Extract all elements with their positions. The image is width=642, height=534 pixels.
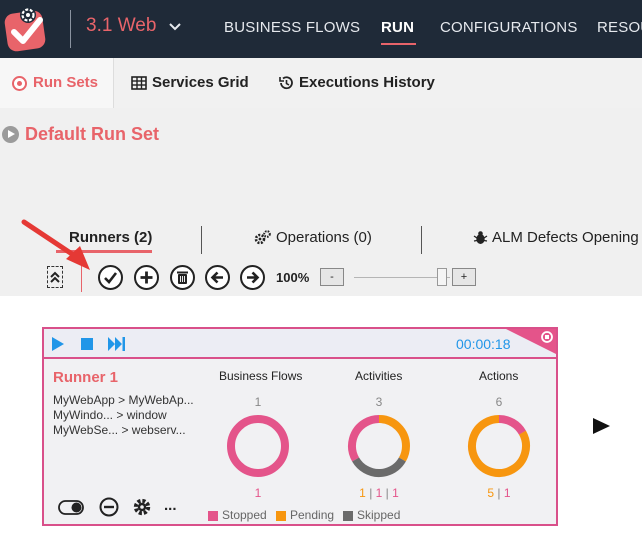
nav-run[interactable]: RUN [381, 19, 414, 36]
pending-count: 1 [359, 486, 366, 500]
stopped-count: 1 [503, 486, 511, 500]
stat-actions-breakdown: 5 | 1 [487, 486, 511, 500]
stat-activities-total: 3 [375, 395, 383, 409]
zoom-slider-track[interactable] [354, 277, 450, 278]
legend-pending: Pending [290, 508, 335, 522]
stat-business-flows-total: 1 [254, 395, 262, 409]
check-icon [104, 272, 118, 284]
runner-status-corner [506, 329, 556, 354]
arrow-left-icon [210, 271, 223, 284]
runner-flow-item: MyWebApp > MyWebAp... [53, 393, 194, 407]
runner-flow-item: MyWindo... > window [53, 408, 167, 422]
runner-card: 00:00:18 Runner 1 MyWebApp > MyWebAp... … [42, 327, 558, 526]
plus-icon [140, 271, 153, 284]
delete-runner-button[interactable] [170, 265, 195, 290]
run-checked-button[interactable] [98, 265, 123, 290]
stop-icon[interactable] [81, 338, 93, 350]
toggle-switch-icon[interactable] [58, 497, 84, 517]
solution-name[interactable]: 3.1 Web [86, 15, 156, 37]
add-runner-button[interactable] [134, 265, 159, 290]
fast-forward-icon[interactable] [108, 337, 126, 351]
run-set-title: Default Run Set [25, 124, 160, 144]
tab-executions-history[interactable]: Executions History [299, 74, 435, 91]
legend-swatch-skipped [343, 511, 353, 521]
next-runner-arrow-icon[interactable] [593, 418, 610, 434]
legend-stopped: Stopped [222, 508, 267, 522]
runner-card-header: 00:00:18 [44, 329, 556, 359]
ginger-logo-icon[interactable] [4, 6, 50, 52]
subtab-divider [421, 226, 422, 254]
donut-business-flows [227, 415, 289, 477]
history-icon [279, 76, 293, 90]
zoom-slider-thumb[interactable] [437, 268, 447, 286]
minus-circle-icon[interactable] [98, 497, 120, 517]
red-pointer-arrow-icon [21, 219, 90, 270]
run-set-panel: Default Run Set Runners (2) Operations (… [0, 108, 642, 296]
stat-business-flows-breakdown: 1 [254, 486, 262, 500]
gear-icon[interactable] [132, 497, 152, 517]
tab-services-grid[interactable]: Services Grid [152, 74, 249, 91]
trash-icon [177, 271, 188, 284]
tab-run-sets[interactable]: Run Sets [0, 58, 114, 108]
previous-button[interactable] [205, 265, 230, 290]
chevron-down-icon[interactable] [168, 20, 182, 34]
stat-actions-total: 6 [495, 395, 503, 409]
tab-run-sets-label: Run Sets [33, 74, 99, 91]
subtab-divider [201, 226, 202, 254]
nav-resources[interactable]: RESOU [597, 19, 642, 36]
run-tabs: Run Sets Services Grid Executions Histor… [0, 58, 642, 108]
skipped-count: 1 [392, 486, 399, 500]
top-nav-bar: 3.1 Web BUSINESS FLOWS RUN CONFIGURATION… [0, 0, 642, 58]
zoom-out-button[interactable]: - [320, 268, 344, 286]
arrow-right-icon [247, 271, 260, 284]
gears-icon [254, 230, 271, 245]
stat-actions-title: Actions [479, 369, 519, 383]
subtab-alm-defects[interactable]: ALM Defects Opening [492, 229, 639, 246]
play-icon[interactable] [52, 337, 64, 351]
play-circle-icon[interactable] [2, 126, 19, 143]
header-divider [70, 10, 71, 48]
runner-flow-item: MyWebSe... > webserv... [53, 423, 186, 437]
legend-swatch-pending [276, 511, 286, 521]
next-button[interactable] [240, 265, 265, 290]
zoom-level: 100% [276, 270, 310, 285]
more-options-button[interactable]: ... [164, 497, 177, 514]
stat-business-flows-title: Business Flows [219, 369, 303, 383]
stat-activities-title: Activities [355, 369, 403, 383]
grid-icon [131, 76, 147, 90]
donut-activities [348, 415, 410, 477]
legend-swatch-stopped [208, 511, 218, 521]
nav-business-flows[interactable]: BUSINESS FLOWS [224, 19, 360, 36]
bug-icon [473, 231, 488, 244]
nav-active-underline [381, 43, 416, 45]
zoom-in-button[interactable]: + [452, 268, 476, 286]
stat-activities-breakdown: 1 | 1 | 1 [359, 486, 399, 500]
subtab-operations[interactable]: Operations (0) [276, 229, 372, 246]
runner-name: Runner 1 [53, 369, 119, 386]
nav-configurations[interactable]: CONFIGURATIONS [440, 19, 578, 36]
donut-actions [468, 415, 530, 477]
legend-skipped: Skipped [357, 508, 401, 522]
record-icon [12, 76, 27, 91]
